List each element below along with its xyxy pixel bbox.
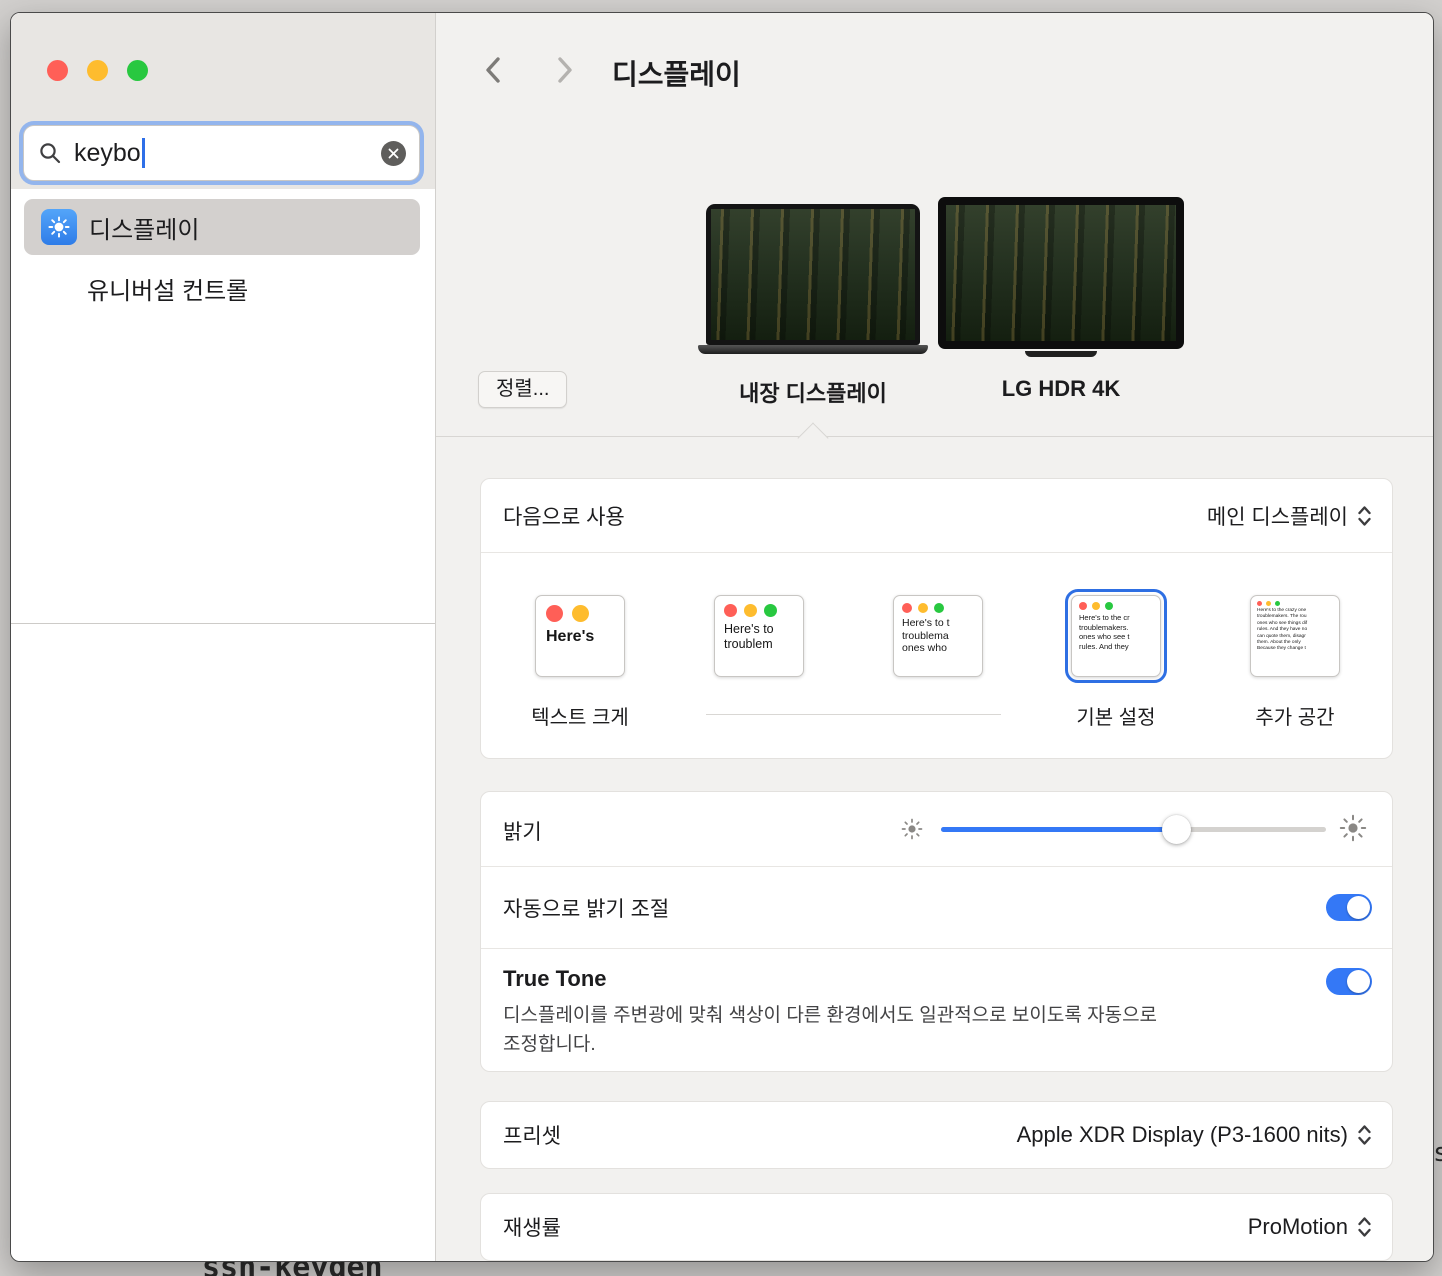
refresh-rate-label: 재생률: [503, 1212, 561, 1242]
external-display-name: LG HDR 4K: [938, 376, 1184, 402]
display-settings-card: 다음으로 사용 메인 디스플레이: [480, 478, 1393, 759]
scaling-options: Here's 텍스트 크게 Here's to troublem: [481, 553, 1392, 759]
brightness-slider[interactable]: [941, 827, 1326, 832]
sidebar-item-display[interactable]: 디스플레이: [24, 199, 420, 255]
auto-brightness-label: 자동으로 밝기 조절: [503, 893, 669, 923]
sidebar-item-label: 디스플레이: [89, 210, 199, 245]
forward-button[interactable]: [550, 55, 580, 85]
search-text: keybo: [74, 139, 141, 168]
zoom-button[interactable]: [127, 60, 148, 81]
brightness-slider-knob[interactable]: [1162, 815, 1191, 844]
brightness-label: 밝기: [503, 816, 542, 846]
brightness-card: 밝기: [480, 791, 1393, 1072]
external-display-thumbnail[interactable]: [938, 197, 1184, 357]
page-title: 디스플레이: [612, 53, 741, 93]
clear-search-button[interactable]: [381, 141, 406, 166]
scaling-option-3[interactable]: Here's to t troublema ones who: [868, 595, 1008, 725]
true-tone-label: True Tone: [503, 966, 1370, 992]
scaling-option-label: [868, 701, 1008, 725]
selected-display-notch: [797, 422, 828, 453]
monitor-stand: [1025, 351, 1097, 357]
scaling-option-label: [689, 701, 829, 725]
sidebar-item-universal-control[interactable]: 유니버설 컨트롤: [87, 267, 248, 309]
display-brightness-icon: [41, 209, 77, 245]
sidebar: keybo: [11, 13, 436, 1261]
true-tone-row: True Tone 디스플레이를 주변광에 맞춰 색상이 다른 환경에서도 일관…: [481, 949, 1392, 1069]
builtin-display-thumbnail[interactable]: [698, 204, 928, 354]
brightness-high-icon: [1339, 814, 1367, 842]
scaling-preview-selected: Here's to the cr troublemakers. ones who…: [1071, 595, 1161, 677]
stepper-icon: [1357, 1123, 1372, 1147]
scaling-option-larger-text[interactable]: Here's 텍스트 크게: [510, 595, 650, 730]
system-settings-window: keybo: [10, 12, 1434, 1262]
use-as-value: 메인 디스플레이: [1207, 501, 1348, 531]
brightness-low-icon: [901, 818, 923, 840]
use-as-row: 다음으로 사용 메인 디스플레이: [481, 479, 1392, 553]
scaling-option-label: 추가 공간: [1225, 701, 1365, 730]
scaling-preview: Here's to troublem: [714, 595, 804, 677]
scaling-option-label: 기본 설정: [1046, 701, 1186, 730]
laptop-base: [698, 345, 928, 354]
scaling-option-2[interactable]: Here's to troublem: [689, 595, 829, 725]
refresh-rate-dropdown[interactable]: ProMotion: [1248, 1214, 1372, 1240]
search-icon: [38, 141, 62, 165]
use-as-label: 다음으로 사용: [503, 501, 625, 531]
minimize-button[interactable]: [87, 60, 108, 81]
preset-label: 프리셋: [503, 1120, 561, 1150]
refresh-rate-value: ProMotion: [1248, 1214, 1348, 1240]
main-pane: 디스플레이 내장 디스플레이 LG HDR 4K 정렬... 다음으로 사용: [436, 13, 1433, 1261]
scaling-preview: Here's to t troublema ones who: [893, 595, 983, 677]
text-caret: [142, 138, 145, 168]
true-tone-description: 디스플레이를 주변광에 맞춰 색상이 다른 환경에서도 일관적으로 보이도록 자…: [503, 1001, 1263, 1059]
stepper-icon: [1357, 504, 1372, 528]
arrange-button[interactable]: 정렬...: [478, 371, 567, 408]
stepper-icon: [1357, 1215, 1372, 1239]
scaling-option-label: 텍스트 크게: [510, 701, 650, 730]
window-controls: [47, 60, 148, 81]
preset-dropdown[interactable]: Apple XDR Display (P3-1600 nits): [1017, 1122, 1372, 1148]
scaling-preview: Here's to the crazy one troublemakers. T…: [1250, 595, 1340, 677]
refresh-rate-row: 재생률 ProMotion: [481, 1194, 1392, 1260]
screen: ssh-keygen s keybo: [0, 0, 1442, 1276]
scaling-option-default[interactable]: Here's to the cr troublemakers. ones who…: [1046, 595, 1186, 730]
preset-value: Apple XDR Display (P3-1600 nits): [1017, 1122, 1348, 1148]
desktop-terminal-text-right: s: [1433, 1138, 1442, 1168]
close-button[interactable]: [47, 60, 68, 81]
builtin-display-screen: [706, 204, 920, 345]
scaling-preview: Here's: [535, 595, 625, 677]
search-input[interactable]: keybo: [23, 125, 420, 181]
scaling-option-more-space[interactable]: Here's to the crazy one troublemakers. T…: [1225, 595, 1365, 730]
brightness-slider-fill: [941, 827, 1176, 832]
section-divider: [436, 436, 1433, 437]
preset-row: 프리셋 Apple XDR Display (P3-1600 nits): [481, 1102, 1392, 1168]
results-divider: [11, 623, 435, 624]
external-display-screen: [938, 197, 1184, 349]
back-button[interactable]: [478, 55, 508, 85]
refresh-rate-card: 재생률 ProMotion: [480, 1193, 1393, 1261]
builtin-display-name: 내장 디스플레이: [698, 376, 928, 408]
use-as-dropdown[interactable]: 메인 디스플레이: [1207, 501, 1372, 531]
auto-brightness-row: 자동으로 밝기 조절: [481, 867, 1392, 949]
true-tone-toggle[interactable]: [1326, 968, 1372, 995]
auto-brightness-toggle[interactable]: [1326, 894, 1372, 921]
sidebar-item-label: 유니버설 컨트롤: [87, 271, 248, 306]
brightness-row: 밝기: [481, 792, 1392, 867]
preset-card: 프리셋 Apple XDR Display (P3-1600 nits): [480, 1101, 1393, 1169]
